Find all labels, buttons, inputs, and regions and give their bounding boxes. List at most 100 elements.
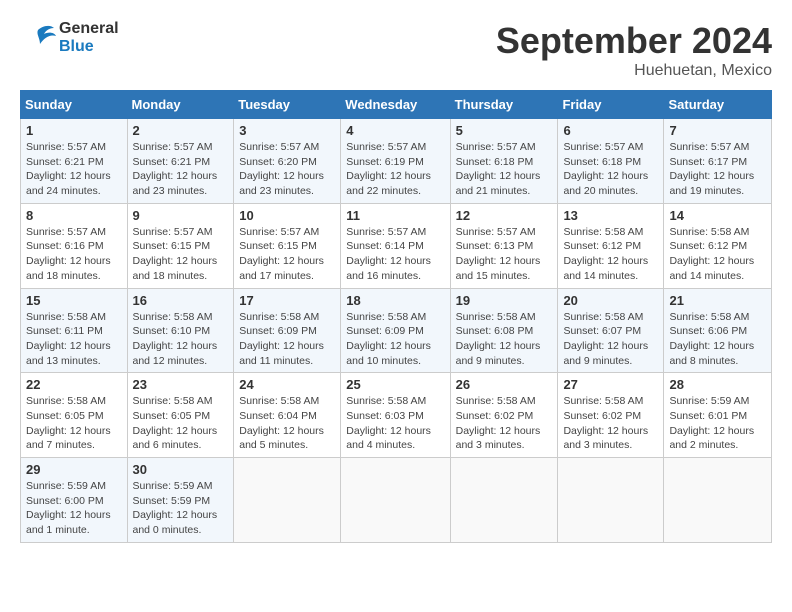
day-info: Sunrise: 5:58 AM Sunset: 6:12 PM Dayligh…	[669, 225, 766, 284]
day-cell: 20 Sunrise: 5:58 AM Sunset: 6:07 PM Dayl…	[558, 288, 664, 373]
location-title: Huehuetan, Mexico	[496, 62, 772, 80]
week-row-3: 15 Sunrise: 5:58 AM Sunset: 6:11 PM Dayl…	[21, 288, 772, 373]
day-info: Sunrise: 5:57 AM Sunset: 6:18 PM Dayligh…	[456, 140, 553, 199]
day-number: 5	[456, 123, 553, 138]
day-cell: 1 Sunrise: 5:57 AM Sunset: 6:21 PM Dayli…	[21, 119, 128, 204]
day-cell: 7 Sunrise: 5:57 AM Sunset: 6:17 PM Dayli…	[664, 119, 772, 204]
day-cell: 30 Sunrise: 5:59 AM Sunset: 5:59 PM Dayl…	[127, 458, 234, 543]
day-number: 30	[133, 462, 229, 477]
day-cell: 2 Sunrise: 5:57 AM Sunset: 6:21 PM Dayli…	[127, 119, 234, 204]
day-number: 17	[239, 293, 335, 308]
day-number: 25	[346, 377, 444, 392]
day-cell: 19 Sunrise: 5:58 AM Sunset: 6:08 PM Dayl…	[450, 288, 558, 373]
day-info: Sunrise: 5:59 AM Sunset: 6:01 PM Dayligh…	[669, 394, 766, 453]
day-info: Sunrise: 5:57 AM Sunset: 6:13 PM Dayligh…	[456, 225, 553, 284]
day-info: Sunrise: 5:58 AM Sunset: 6:05 PM Dayligh…	[133, 394, 229, 453]
day-number: 3	[239, 123, 335, 138]
day-number: 28	[669, 377, 766, 392]
col-header-sunday: Sunday	[21, 91, 128, 119]
col-header-monday: Monday	[127, 91, 234, 119]
day-number: 10	[239, 208, 335, 223]
week-row-1: 1 Sunrise: 5:57 AM Sunset: 6:21 PM Dayli…	[21, 119, 772, 204]
day-cell: 18 Sunrise: 5:58 AM Sunset: 6:09 PM Dayl…	[341, 288, 450, 373]
col-header-friday: Friday	[558, 91, 664, 119]
day-info: Sunrise: 5:57 AM Sunset: 6:14 PM Dayligh…	[346, 225, 444, 284]
logo-bird-icon	[20, 20, 56, 56]
day-info: Sunrise: 5:58 AM Sunset: 6:12 PM Dayligh…	[563, 225, 658, 284]
day-cell: 6 Sunrise: 5:57 AM Sunset: 6:18 PM Dayli…	[558, 119, 664, 204]
day-info: Sunrise: 5:57 AM Sunset: 6:20 PM Dayligh…	[239, 140, 335, 199]
day-cell: 24 Sunrise: 5:58 AM Sunset: 6:04 PM Dayl…	[234, 373, 341, 458]
week-row-5: 29 Sunrise: 5:59 AM Sunset: 6:00 PM Dayl…	[21, 458, 772, 543]
day-number: 6	[563, 123, 658, 138]
day-info: Sunrise: 5:58 AM Sunset: 6:07 PM Dayligh…	[563, 310, 658, 369]
week-row-4: 22 Sunrise: 5:58 AM Sunset: 6:05 PM Dayl…	[21, 373, 772, 458]
day-info: Sunrise: 5:58 AM Sunset: 6:06 PM Dayligh…	[669, 310, 766, 369]
day-number: 9	[133, 208, 229, 223]
day-cell	[341, 458, 450, 543]
logo-general-text: General	[59, 20, 119, 38]
logo-combined: General Blue	[20, 20, 119, 56]
day-number: 24	[239, 377, 335, 392]
day-cell: 28 Sunrise: 5:59 AM Sunset: 6:01 PM Dayl…	[664, 373, 772, 458]
day-cell: 29 Sunrise: 5:59 AM Sunset: 6:00 PM Dayl…	[21, 458, 128, 543]
day-info: Sunrise: 5:57 AM Sunset: 6:21 PM Dayligh…	[133, 140, 229, 199]
day-number: 26	[456, 377, 553, 392]
day-cell: 26 Sunrise: 5:58 AM Sunset: 6:02 PM Dayl…	[450, 373, 558, 458]
title-area: September 2024 Huehuetan, Mexico	[496, 20, 772, 80]
day-number: 15	[26, 293, 122, 308]
day-number: 11	[346, 208, 444, 223]
day-info: Sunrise: 5:57 AM Sunset: 6:15 PM Dayligh…	[239, 225, 335, 284]
day-cell: 22 Sunrise: 5:58 AM Sunset: 6:05 PM Dayl…	[21, 373, 128, 458]
month-title: September 2024	[496, 20, 772, 62]
day-cell: 16 Sunrise: 5:58 AM Sunset: 6:10 PM Dayl…	[127, 288, 234, 373]
day-number: 14	[669, 208, 766, 223]
calendar-table: SundayMondayTuesdayWednesdayThursdayFrid…	[20, 90, 772, 543]
day-info: Sunrise: 5:58 AM Sunset: 6:04 PM Dayligh…	[239, 394, 335, 453]
day-number: 1	[26, 123, 122, 138]
day-cell: 27 Sunrise: 5:58 AM Sunset: 6:02 PM Dayl…	[558, 373, 664, 458]
day-info: Sunrise: 5:57 AM Sunset: 6:19 PM Dayligh…	[346, 140, 444, 199]
day-info: Sunrise: 5:57 AM Sunset: 6:15 PM Dayligh…	[133, 225, 229, 284]
day-number: 18	[346, 293, 444, 308]
logo: General Blue	[20, 20, 119, 56]
day-info: Sunrise: 5:58 AM Sunset: 6:02 PM Dayligh…	[563, 394, 658, 453]
day-cell	[234, 458, 341, 543]
col-header-tuesday: Tuesday	[234, 91, 341, 119]
week-row-2: 8 Sunrise: 5:57 AM Sunset: 6:16 PM Dayli…	[21, 203, 772, 288]
day-number: 21	[669, 293, 766, 308]
day-info: Sunrise: 5:58 AM Sunset: 6:11 PM Dayligh…	[26, 310, 122, 369]
day-cell: 21 Sunrise: 5:58 AM Sunset: 6:06 PM Dayl…	[664, 288, 772, 373]
calendar-header-row: SundayMondayTuesdayWednesdayThursdayFrid…	[21, 91, 772, 119]
col-header-saturday: Saturday	[664, 91, 772, 119]
day-cell: 8 Sunrise: 5:57 AM Sunset: 6:16 PM Dayli…	[21, 203, 128, 288]
col-header-wednesday: Wednesday	[341, 91, 450, 119]
day-info: Sunrise: 5:58 AM Sunset: 6:09 PM Dayligh…	[239, 310, 335, 369]
day-cell: 11 Sunrise: 5:57 AM Sunset: 6:14 PM Dayl…	[341, 203, 450, 288]
day-info: Sunrise: 5:58 AM Sunset: 6:05 PM Dayligh…	[26, 394, 122, 453]
day-info: Sunrise: 5:58 AM Sunset: 6:03 PM Dayligh…	[346, 394, 444, 453]
day-cell: 14 Sunrise: 5:58 AM Sunset: 6:12 PM Dayl…	[664, 203, 772, 288]
day-cell: 5 Sunrise: 5:57 AM Sunset: 6:18 PM Dayli…	[450, 119, 558, 204]
day-info: Sunrise: 5:58 AM Sunset: 6:10 PM Dayligh…	[133, 310, 229, 369]
day-number: 4	[346, 123, 444, 138]
day-number: 29	[26, 462, 122, 477]
day-cell	[664, 458, 772, 543]
day-number: 8	[26, 208, 122, 223]
page-header: General Blue September 2024 Huehuetan, M…	[20, 20, 772, 80]
day-cell: 15 Sunrise: 5:58 AM Sunset: 6:11 PM Dayl…	[21, 288, 128, 373]
day-info: Sunrise: 5:59 AM Sunset: 5:59 PM Dayligh…	[133, 479, 229, 538]
day-number: 7	[669, 123, 766, 138]
day-number: 12	[456, 208, 553, 223]
day-cell: 13 Sunrise: 5:58 AM Sunset: 6:12 PM Dayl…	[558, 203, 664, 288]
day-cell: 23 Sunrise: 5:58 AM Sunset: 6:05 PM Dayl…	[127, 373, 234, 458]
day-info: Sunrise: 5:59 AM Sunset: 6:00 PM Dayligh…	[26, 479, 122, 538]
day-cell: 3 Sunrise: 5:57 AM Sunset: 6:20 PM Dayli…	[234, 119, 341, 204]
day-info: Sunrise: 5:57 AM Sunset: 6:21 PM Dayligh…	[26, 140, 122, 199]
day-cell: 25 Sunrise: 5:58 AM Sunset: 6:03 PM Dayl…	[341, 373, 450, 458]
day-number: 23	[133, 377, 229, 392]
day-cell	[450, 458, 558, 543]
day-info: Sunrise: 5:58 AM Sunset: 6:09 PM Dayligh…	[346, 310, 444, 369]
day-number: 16	[133, 293, 229, 308]
day-cell: 4 Sunrise: 5:57 AM Sunset: 6:19 PM Dayli…	[341, 119, 450, 204]
